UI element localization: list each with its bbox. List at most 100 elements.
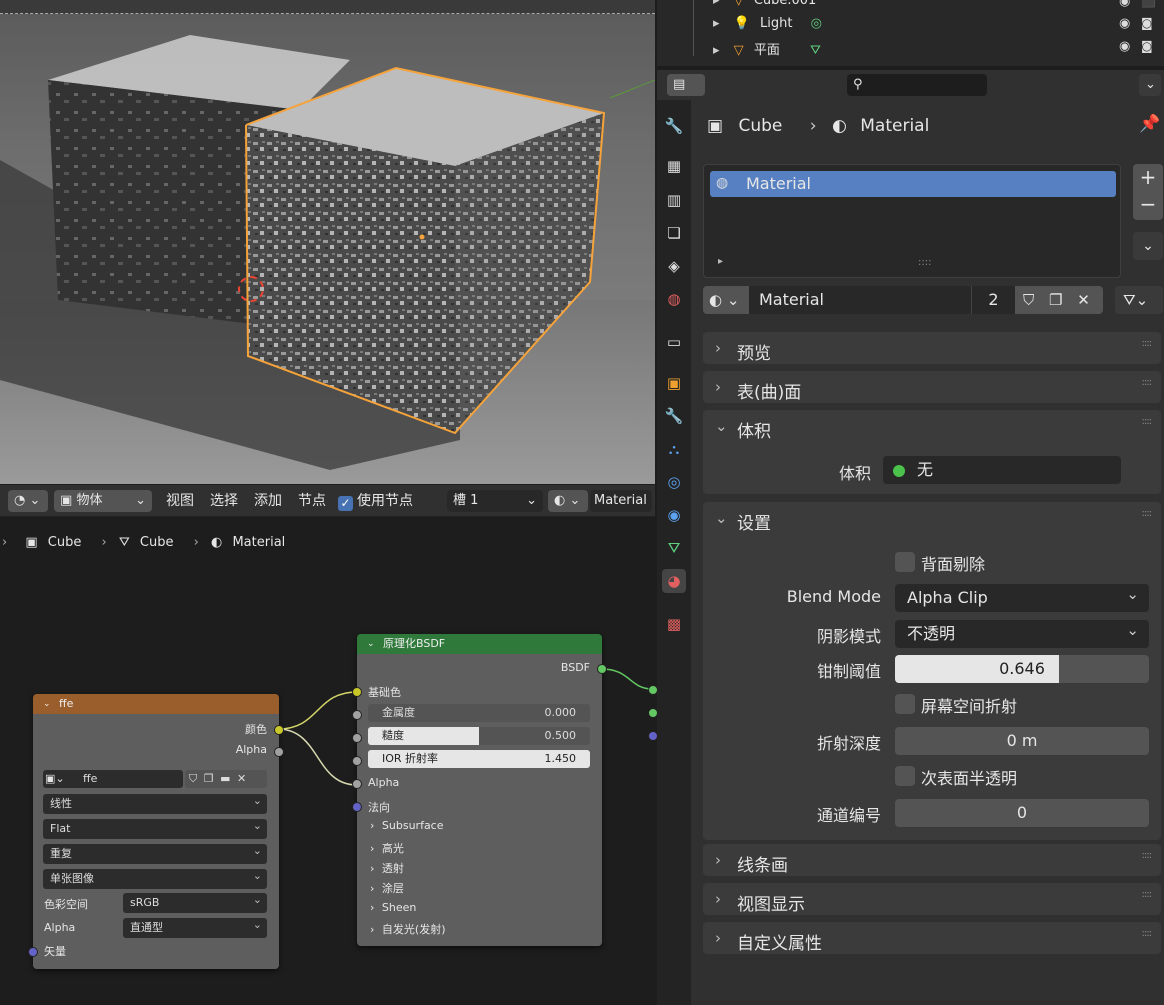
node-editor[interactable]: › ▣ Cube › ⛛ Cube › ◐ Material ⌄ ffe 颜色 …	[0, 517, 658, 1005]
projection-dropdown[interactable]: Flat	[43, 816, 267, 839]
roughness-slider[interactable]: 糙度 0.500	[368, 727, 590, 745]
menu-select[interactable]: 选择	[210, 490, 238, 512]
physics-tab-icon[interactable]: ◎	[662, 470, 686, 494]
alpha-output-socket[interactable]	[274, 747, 284, 757]
menu-add[interactable]: 添加	[254, 490, 282, 512]
collapse-arrow-icon[interactable]: ⌄	[367, 634, 375, 654]
fake-user-shield-icon[interactable]: ⛉	[189, 772, 197, 785]
vector-input-socket[interactable]	[28, 947, 38, 957]
tool-tab-icon[interactable]: 🔧	[662, 114, 686, 138]
editor-type-button[interactable]: ▤ ⌄	[667, 74, 705, 114]
list-resize-handle[interactable]: ::::	[918, 257, 931, 268]
material-name-field[interactable]: Material	[590, 490, 652, 512]
list-filter-arrow-icon[interactable]: ▸	[718, 256, 723, 267]
metallic-slider[interactable]: 金属度 0.000	[368, 704, 590, 722]
object-tab-icon[interactable]: ▣	[662, 371, 686, 395]
material-slot-item[interactable]: Material	[710, 171, 1116, 197]
panel-lineart[interactable]: › 线条画 ::::	[703, 844, 1161, 876]
subpanel-transmission[interactable]: › 透射	[370, 860, 404, 876]
clip-threshold-slider[interactable]: 0.646	[895, 655, 1149, 683]
outliner-row-light[interactable]: ▸ 💡 Light ◎	[713, 16, 822, 31]
backface-culling-checkbox[interactable]	[895, 552, 915, 572]
outliner-row-plane[interactable]: ▸ ▽ 平面 ⛛	[713, 39, 821, 58]
world-tab-icon[interactable]: ◍	[662, 287, 686, 311]
material-tab-icon[interactable]: ◕	[662, 569, 686, 593]
folder-icon[interactable]: ▬	[220, 772, 230, 785]
3d-viewport[interactable]	[0, 0, 655, 484]
image-node-header[interactable]: ⌄ ffe	[33, 694, 279, 714]
modifier-tab-icon[interactable]: 🔧	[662, 404, 686, 428]
link-mode-dropdown[interactable]: ⛛⌄	[1115, 286, 1163, 314]
menu-node[interactable]: 节点	[298, 490, 326, 512]
base-color-socket[interactable]	[352, 687, 362, 697]
ior-socket[interactable]	[352, 756, 362, 766]
remove-slot-button[interactable]: −	[1133, 191, 1163, 218]
material-browse-button[interactable]: ◐ ⌄	[548, 490, 588, 512]
subpanel-subsurface[interactable]: › Subsurface	[370, 819, 444, 832]
shadow-mode-dropdown[interactable]: 不透明	[895, 616, 1149, 648]
volume-socket-field[interactable]: 无	[883, 456, 1121, 484]
visibility-eye-icon[interactable]: ◉	[1119, 39, 1130, 54]
close-icon[interactable]: ✕	[237, 772, 246, 785]
panel-viewport-display[interactable]: › 视图显示 ::::	[703, 883, 1161, 915]
roughness-socket[interactable]	[352, 733, 362, 743]
scene-tab-icon[interactable]: ◈	[662, 254, 686, 278]
subpanel-specular[interactable]: › 高光	[370, 840, 404, 856]
add-slot-button[interactable]: +	[1133, 164, 1163, 191]
visibility-eye-icon[interactable]: ◉	[1119, 0, 1130, 9]
render-camera-icon[interactable]: ◙	[1141, 16, 1153, 30]
particles-tab-icon[interactable]: ⛬	[662, 437, 686, 461]
slot-specials-dropdown[interactable]: ⌄	[1133, 232, 1163, 260]
subpanel-sheen[interactable]: › Sheen	[370, 901, 416, 914]
render-camera-icon[interactable]: ◙	[1141, 39, 1153, 53]
bsdf-output-socket[interactable]	[597, 664, 607, 674]
unlink-close-icon[interactable]: ✕	[1077, 291, 1090, 309]
fake-user-shield-icon[interactable]: ⛉	[1023, 291, 1034, 309]
properties-editor[interactable]: ▤ ⌄ ⚲ ⌄ 🔧 ▦ ▥ ❏ ◈ ◍ ▭ ▣ 🔧 ⛬ ◎ ◉ ⛛ ◕ ▩ ▣ …	[657, 70, 1164, 1005]
collection-tab-icon[interactable]: ▭	[662, 330, 686, 354]
subsurface-translucency-checkbox[interactable]	[895, 766, 915, 786]
normal-socket[interactable]	[352, 802, 362, 812]
extension-dropdown[interactable]: 重复	[43, 841, 267, 864]
collapse-arrow-icon[interactable]: ⌄	[715, 509, 728, 527]
refraction-depth-field[interactable]: 0 m	[895, 727, 1149, 755]
metallic-socket[interactable]	[352, 710, 362, 720]
collapse-arrow-icon[interactable]: ⌄	[715, 417, 728, 435]
screen-refraction-checkbox[interactable]	[895, 694, 915, 714]
view-layer-tab-icon[interactable]: ❏	[662, 221, 686, 245]
render-camera-icon[interactable]: ⬛	[1141, 0, 1156, 8]
material-name-input[interactable]: Material	[749, 286, 971, 314]
texture-tab-icon[interactable]: ▩	[662, 612, 686, 636]
collapse-arrow-icon[interactable]: ⌄	[43, 694, 51, 714]
options-dropdown[interactable]: ⌄	[1139, 74, 1161, 96]
pass-index-field[interactable]: 0	[895, 799, 1149, 827]
duplicate-icon[interactable]: ❐	[1049, 291, 1062, 309]
bsdf-node-header[interactable]: ⌄ 原理化BSDF	[357, 634, 602, 654]
object-mode-dropdown[interactable]: ▣ 物体 ⌄	[54, 490, 152, 512]
output-tab-icon[interactable]: ▥	[662, 188, 686, 212]
duplicate-icon[interactable]: ❐	[204, 772, 214, 785]
alpha-socket[interactable]	[352, 779, 362, 789]
ior-slider[interactable]: IOR 折射率 1.450	[368, 750, 590, 768]
image-texture-node[interactable]: ⌄ ffe 颜色 Alpha ffe ▣⌄ ⛉ ❐ ▬ ✕ 线性 Flat 重复…	[28, 694, 284, 969]
pin-icon[interactable]: 📌	[1139, 114, 1160, 134]
outliner-row-cube001[interactable]: ▸ ▽ Cube.001	[713, 0, 816, 8]
material-slot-list[interactable]: Material ◍ ▸ ::::	[703, 164, 1121, 278]
outliner[interactable]: ▸ ▽ Cube.001 ▸ 💡 Light ◎ ▸ ▽ 平面 ⛛ ◉ ⬛ ◉ …	[657, 0, 1164, 66]
principled-bsdf-node[interactable]: ⌄ 原理化BSDF BSDF 基础色 金属度 0.000 糙度 0.500 IO…	[352, 634, 607, 946]
colorspace-dropdown[interactable]: sRGB	[123, 890, 267, 913]
editor-type-button[interactable]: ◔ ⌄	[8, 490, 48, 512]
alpha-mode-dropdown[interactable]: 直通型	[123, 915, 267, 938]
panel-custom-properties[interactable]: › 自定义属性 ::::	[703, 922, 1161, 954]
panel-preview[interactable]: › 预览 ::::	[703, 332, 1161, 364]
data-tab-icon[interactable]: ⛛	[662, 536, 686, 560]
subpanel-coat[interactable]: › 涂层	[370, 880, 404, 896]
search-input[interactable]: ⚲	[847, 74, 987, 96]
menu-view[interactable]: 视图	[166, 490, 194, 512]
use-nodes-toggle[interactable]: ✓ 使用节点	[338, 490, 413, 512]
blend-mode-dropdown[interactable]: Alpha Clip	[895, 580, 1149, 612]
user-count[interactable]: 2	[971, 286, 1015, 314]
color-output-socket[interactable]	[274, 725, 284, 735]
3d-cursor[interactable]	[238, 276, 264, 302]
source-dropdown[interactable]: 单张图像	[43, 866, 267, 889]
